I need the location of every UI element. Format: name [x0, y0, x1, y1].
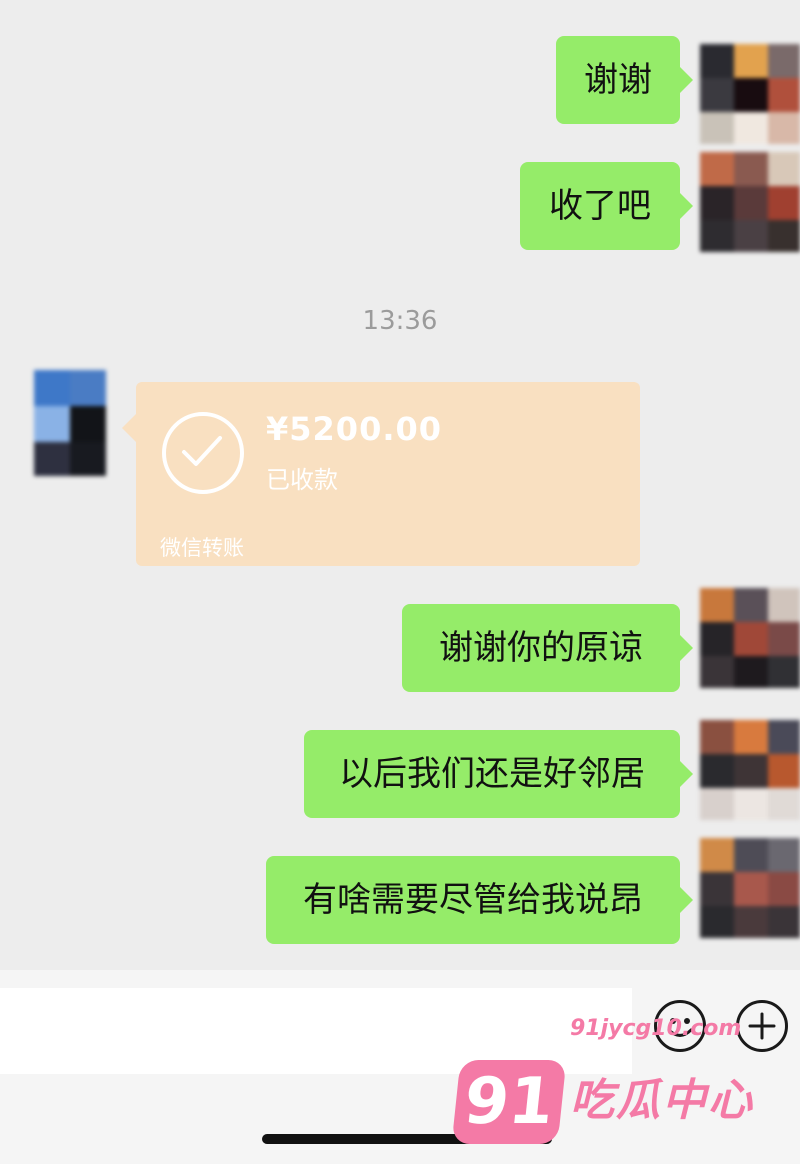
- contact-avatar[interactable]: [34, 370, 106, 476]
- self-avatar[interactable]: [700, 838, 800, 938]
- plus-circle-icon[interactable]: [736, 1000, 788, 1052]
- chat-area[interactable]: 谢谢 收了吧 13:36 ¥5200.00 已收款 微信转账 谢谢你的原谅 以后…: [0, 0, 800, 970]
- watermark-name: 吃瓜中心: [570, 1075, 754, 1126]
- message-timestamp: 13:36: [362, 306, 438, 336]
- transfer-card[interactable]: ¥5200.00 已收款 微信转账: [122, 382, 640, 566]
- message-text: 以后我们还是好邻居: [339, 754, 645, 794]
- transfer-status: 已收款: [266, 466, 338, 494]
- message-text: 谢谢你的原谅: [439, 628, 643, 668]
- watermark-site: 91jycg10.com: [570, 1016, 742, 1041]
- self-avatar[interactable]: [700, 152, 800, 252]
- message-bubble-out[interactable]: 谢谢: [556, 36, 693, 124]
- message-bubble-out[interactable]: 收了吧: [520, 162, 693, 250]
- message-text: 谢谢: [584, 60, 652, 100]
- message-bubble-out[interactable]: 谢谢你的原谅: [402, 604, 693, 692]
- transfer-amount: ¥5200.00: [266, 410, 443, 448]
- message-bubble-out[interactable]: 有啥需要尽管给我说昂: [266, 856, 693, 944]
- transfer-label: 微信转账: [160, 536, 244, 560]
- message-text: 有啥需要尽管给我说昂: [303, 880, 643, 920]
- self-avatar[interactable]: [700, 588, 800, 688]
- self-avatar[interactable]: [700, 720, 800, 820]
- watermark-logo: 91: [451, 1060, 567, 1144]
- message-text: 收了吧: [549, 186, 651, 226]
- self-avatar[interactable]: [700, 44, 800, 144]
- message-bubble-out[interactable]: 以后我们还是好邻居: [304, 730, 693, 818]
- check-circle-icon: [162, 412, 244, 494]
